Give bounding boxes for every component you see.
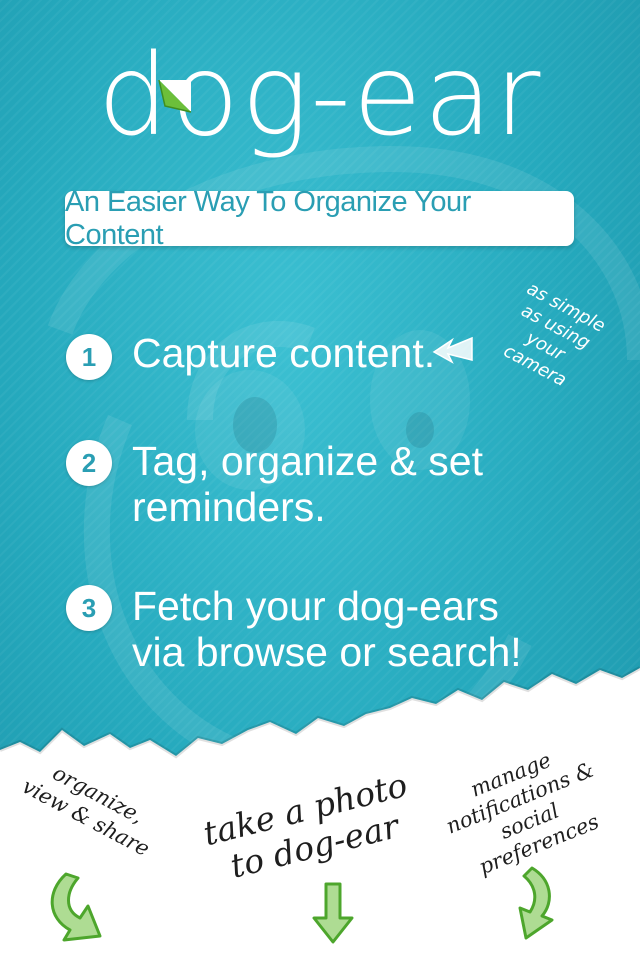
step-number-badge: 3 [66,585,112,631]
dog-ear-fold-icon [158,79,192,113]
logo-wordmark: dog-ear [97,31,543,161]
step-number-badge: 1 [66,334,112,380]
green-arrow-left-icon [50,872,102,942]
green-arrow-center-icon [312,882,354,944]
green-arrow-right-icon [518,866,554,940]
app-logo: dog-ear [0,18,640,178]
step-number-badge: 2 [66,440,112,486]
step-2: 2 Tag, organize & set reminders. [66,438,526,538]
tagline-text: An Easier Way To Organize Your Content [65,185,471,251]
step-text: Tag, organize & set reminders. [132,438,483,530]
tutorial-screen: dog-ear An Easier Way To Organize Your C… [0,0,640,960]
tagline-banner: An Easier Way To Organize Your Content [65,186,574,251]
